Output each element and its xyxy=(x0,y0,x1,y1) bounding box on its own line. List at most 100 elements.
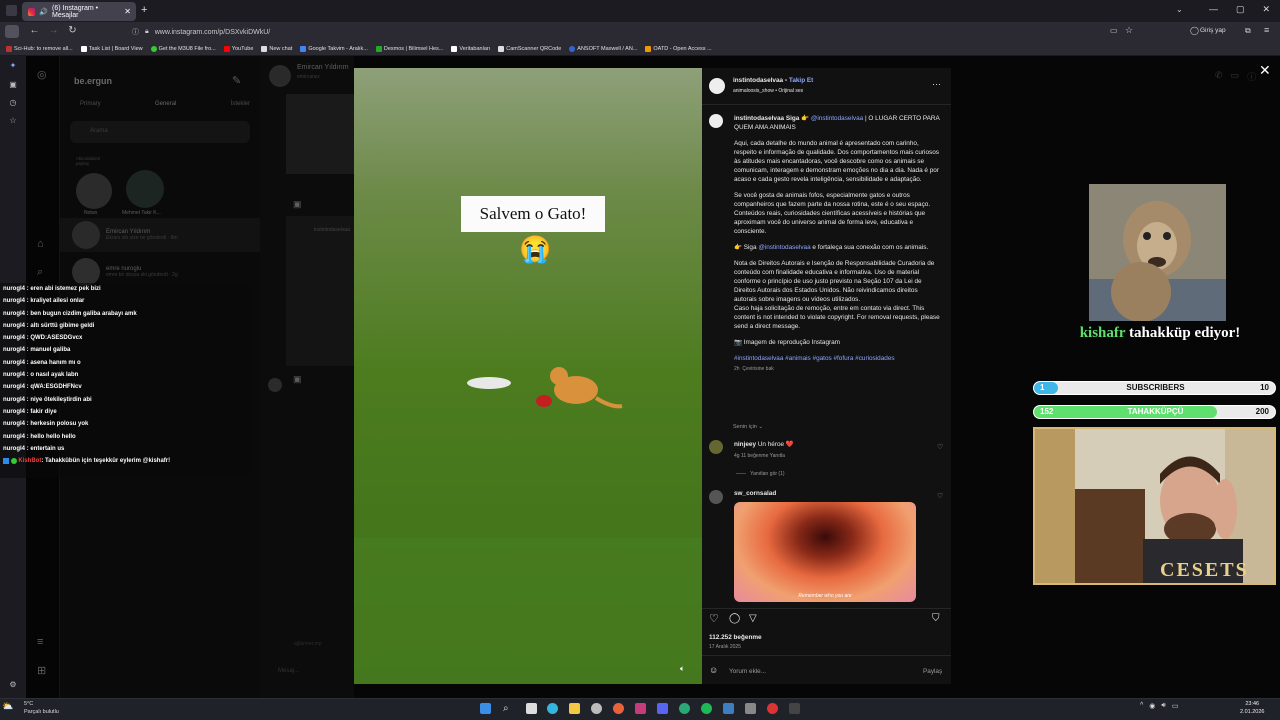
instagram-logo-icon[interactable]: ◎ xyxy=(37,68,47,81)
account-icon[interactable]: ◯ xyxy=(1190,26,1199,35)
comment-icon[interactable]: ◯ xyxy=(729,613,740,624)
bookmark-item[interactable]: New chat xyxy=(261,45,292,52)
tab-general[interactable]: General xyxy=(155,101,176,107)
bookmark-item[interactable]: Veritabanları xyxy=(451,45,490,52)
bookmark-item[interactable]: ANSOFT Maxwell / AN... xyxy=(569,45,637,52)
chatgpt-icon[interactable] xyxy=(591,703,602,714)
network-icon[interactable]: ◉ xyxy=(1149,702,1155,710)
translate-link[interactable]: Çevirisine bak xyxy=(742,366,773,372)
chevron-up-icon[interactable]: ^ xyxy=(1140,702,1143,710)
bookmark-item[interactable]: Task List | Board View xyxy=(80,45,143,52)
dm-username[interactable]: be.ergun xyxy=(74,76,112,86)
reel-video[interactable]: 🔈︎ xyxy=(354,68,702,684)
post-audio[interactable]: animaloosis_show • Orijinal ses xyxy=(733,88,803,94)
info-icon[interactable]: ⓘ xyxy=(1247,70,1256,83)
like-icon[interactable]: ♡ xyxy=(709,612,719,625)
app-icon[interactable] xyxy=(679,703,690,714)
hashtags[interactable]: #instintodaselvaa #animais #gatos #fofur… xyxy=(734,354,940,363)
weather-icon[interactable]: ⛅ xyxy=(2,701,13,711)
task-view-icon[interactable] xyxy=(526,703,537,714)
minimize-button[interactable]: — xyxy=(1209,4,1218,15)
edge-icon[interactable] xyxy=(547,703,558,714)
save-icon[interactable]: ⛉ xyxy=(932,613,940,624)
comment-meta[interactable]: 4g 11 beğenme Yanıtla xyxy=(734,453,785,459)
conversation-title[interactable]: Emircan Yıldırım xyxy=(297,64,349,71)
bookmark-item[interactable]: Sci-Hub: to remove all... xyxy=(6,45,73,52)
url-bar[interactable]: ⓘ 🔒︎ www.instagram.com/p/DSXvkiDWkU/ xyxy=(132,24,1142,40)
spotify-icon[interactable] xyxy=(701,703,712,714)
comment-user[interactable]: sw_cornsalad xyxy=(734,490,776,497)
bookmark-item[interactable]: Get the M3U8 File fro... xyxy=(150,45,216,52)
tab-requests[interactable]: İstekler xyxy=(231,101,250,107)
forward-icon[interactable]: → xyxy=(45,25,62,36)
mute-icon[interactable]: 🔈︎ xyxy=(680,664,685,674)
firefox-icon[interactable] xyxy=(613,703,624,714)
search-icon[interactable]: ⌕ xyxy=(503,703,514,714)
bookmark-item[interactable]: OATD - Open Access ... xyxy=(645,45,712,52)
weather-desc[interactable]: Parçalı bulutlu xyxy=(24,708,59,716)
more-menu-icon[interactable]: ≡ xyxy=(37,636,43,648)
share-icon[interactable]: ▽ xyxy=(749,613,757,624)
close-modal-icon[interactable]: ✕ xyxy=(1259,62,1271,79)
like-comment-icon[interactable]: ♡ xyxy=(937,492,943,500)
bookmark-item[interactable]: Desmos | Bilimsel Hes... xyxy=(375,45,443,52)
reload-icon[interactable]: ↻ xyxy=(64,25,81,36)
bookmark-item[interactable]: CamScanner QRCode xyxy=(498,45,561,52)
emoji-icon[interactable]: ☺ xyxy=(709,665,718,675)
message-input[interactable]: Mesaj... xyxy=(278,668,299,674)
post-comment-button[interactable]: Paylaş xyxy=(923,668,942,675)
customize-sidebar-icon[interactable]: ⚙ xyxy=(8,680,18,690)
weather-temp[interactable]: 5°C xyxy=(24,700,59,708)
compose-icon[interactable]: ✎ xyxy=(232,74,241,87)
avatar[interactable] xyxy=(709,114,723,128)
back-icon[interactable]: ← xyxy=(26,25,43,36)
avatar[interactable] xyxy=(76,173,112,209)
tab-primary[interactable]: Primary xyxy=(80,101,101,107)
bookmark-item[interactable]: YouTube xyxy=(223,45,253,52)
start-icon[interactable] xyxy=(480,703,491,714)
like-comment-icon[interactable]: ♡ xyxy=(937,443,943,451)
ai-chat-icon[interactable]: ✦ xyxy=(8,61,18,71)
bookmark-star-icon[interactable]: ☆ xyxy=(1125,25,1133,36)
vscode-icon[interactable] xyxy=(723,703,734,714)
video-call-icon[interactable]: ▭ xyxy=(1231,70,1240,83)
search-input[interactable]: Arama xyxy=(70,121,250,143)
app-icon[interactable] xyxy=(789,703,800,714)
chat-item[interactable]: Emircan Yıldırım Ekranı sin size ne gönd… xyxy=(60,218,260,252)
history-icon[interactable]: ◷ xyxy=(8,98,18,108)
battery-icon[interactable]: ▭ xyxy=(1172,702,1179,710)
avatar[interactable] xyxy=(709,490,723,504)
bookmark-item[interactable]: Google Takvim - Aralık... xyxy=(300,45,368,52)
avatar[interactable] xyxy=(709,78,725,94)
home-icon[interactable]: ⌂ xyxy=(37,238,44,250)
site-info-icon[interactable]: ⓘ xyxy=(132,27,139,37)
extensions-icon[interactable]: ⧉ xyxy=(1245,26,1251,36)
maximize-button[interactable]: ▢ xyxy=(1236,4,1245,15)
avatar[interactable] xyxy=(126,170,164,208)
gif-image[interactable]: Remember who you are xyxy=(734,502,916,602)
avatar[interactable] xyxy=(709,440,723,454)
phone-icon[interactable]: ✆ xyxy=(1215,70,1223,83)
search-icon[interactable]: ⌕ xyxy=(37,266,43,279)
discord-icon[interactable] xyxy=(657,703,668,714)
shared-post-thumb[interactable] xyxy=(286,94,354,174)
avatar[interactable] xyxy=(269,65,291,87)
new-tab-button[interactable]: + xyxy=(141,4,147,16)
follow-button[interactable]: Takip Et xyxy=(789,77,813,84)
menu-icon[interactable]: ≡ xyxy=(1264,25,1269,35)
shared-post-card[interactable]: instintodaselvaa xyxy=(286,216,354,366)
sign-in-link[interactable]: Giriş yap xyxy=(1200,27,1226,34)
view-replies[interactable]: —— Yanıtları gör (1) xyxy=(736,471,785,477)
app-icon[interactable] xyxy=(767,703,778,714)
close-window-button[interactable]: ✕ xyxy=(1262,4,1270,15)
speaker-icon[interactable]: 🔊 xyxy=(39,8,48,16)
file-explorer-icon[interactable] xyxy=(569,703,580,714)
for-you-filter[interactable]: Senin için ⌄ xyxy=(733,424,763,430)
app-icon[interactable] xyxy=(635,703,646,714)
like-count[interactable]: 112.252 beğenme xyxy=(709,634,762,641)
post-author[interactable]: instintodaselvaa • Takip Et xyxy=(733,77,813,84)
clock[interactable]: 23:46 2.01.2026 xyxy=(1240,700,1264,716)
chevron-down-icon[interactable]: ⌄ xyxy=(1176,5,1183,14)
tab-list-button[interactable] xyxy=(6,5,17,16)
tab-instagram[interactable]: 🔊 (6) Instagram • Mesajlar ✕ xyxy=(22,2,136,21)
